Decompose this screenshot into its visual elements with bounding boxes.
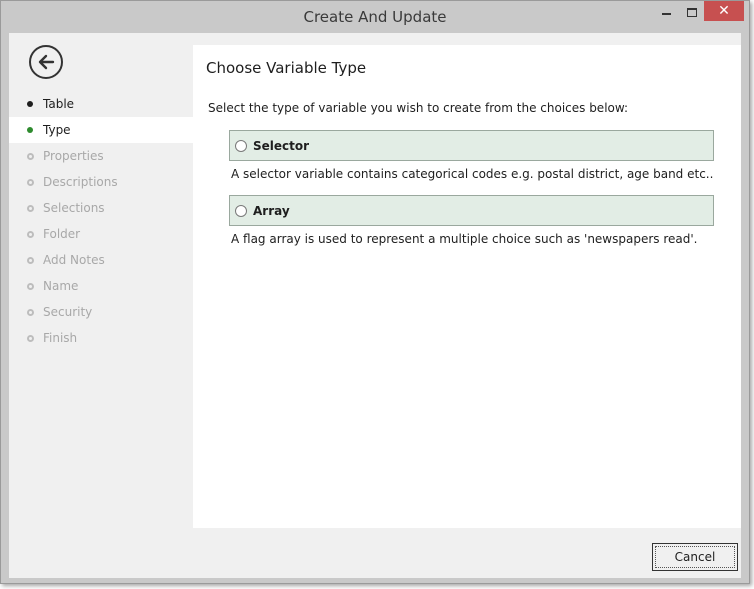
dialog-body: Table Type Properties Descriptions Selec… bbox=[9, 33, 741, 578]
step-pending-ring-icon bbox=[27, 178, 34, 186]
step-table[interactable]: Table bbox=[9, 91, 193, 117]
step-add-notes: Add Notes bbox=[9, 247, 193, 273]
step-name: Name bbox=[9, 273, 193, 299]
cancel-button[interactable]: Cancel bbox=[652, 543, 738, 571]
back-button[interactable] bbox=[29, 45, 63, 79]
step-folder: Folder bbox=[9, 221, 193, 247]
maximize-button[interactable] bbox=[678, 1, 706, 23]
step-pending-ring-icon bbox=[27, 152, 34, 160]
choice-label: Array bbox=[253, 203, 290, 218]
minimize-icon bbox=[661, 13, 671, 15]
step-pending-ring-icon bbox=[27, 204, 34, 212]
step-properties: Properties bbox=[9, 143, 193, 169]
maximize-icon bbox=[687, 7, 697, 17]
array-radio[interactable] bbox=[235, 204, 247, 217]
instruction-text: Select the type of variable you wish to … bbox=[208, 101, 629, 115]
focus-rectangle bbox=[655, 546, 735, 568]
choice-description: A flag array is used to represent a mult… bbox=[231, 232, 698, 246]
step-label: Type bbox=[43, 123, 71, 137]
step-selections: Selections bbox=[9, 195, 193, 221]
close-button[interactable]: ✕ bbox=[704, 1, 744, 21]
window-title: Create And Update bbox=[303, 8, 447, 26]
step-descriptions: Descriptions bbox=[9, 169, 193, 195]
step-label: Table bbox=[43, 97, 75, 111]
step-pending-ring-icon bbox=[27, 334, 34, 342]
wizard-steps: Table Type Properties Descriptions Selec… bbox=[9, 91, 193, 351]
step-pending-ring-icon bbox=[27, 308, 34, 316]
step-label: Properties bbox=[43, 149, 104, 163]
minimize-button[interactable] bbox=[652, 1, 680, 23]
title-bar[interactable]: Create And Update ✕ bbox=[1, 1, 749, 33]
selector-radio[interactable] bbox=[235, 139, 247, 152]
choice-label: Selector bbox=[253, 138, 310, 153]
step-type[interactable]: Type bbox=[9, 117, 193, 143]
wizard-sidebar: Table Type Properties Descriptions Selec… bbox=[9, 33, 193, 528]
page-title: Choose Variable Type bbox=[206, 59, 367, 77]
step-label: Security bbox=[43, 305, 93, 319]
step-label: Name bbox=[43, 279, 79, 293]
step-label: Add Notes bbox=[43, 253, 105, 267]
choice-array[interactable]: Array bbox=[229, 195, 714, 226]
choice-selector[interactable]: Selector bbox=[229, 130, 714, 161]
step-pending-ring-icon bbox=[27, 256, 34, 264]
back-arrow-icon bbox=[38, 54, 55, 70]
step-pending-ring-icon bbox=[27, 230, 34, 238]
step-pending-ring-icon bbox=[27, 282, 34, 290]
wizard-content: Choose Variable Type Select the type of … bbox=[193, 45, 741, 528]
step-current-dot-icon bbox=[27, 127, 33, 133]
step-finish: Finish bbox=[9, 325, 193, 351]
step-label: Selections bbox=[43, 201, 105, 215]
step-label: Finish bbox=[43, 331, 78, 345]
close-icon: ✕ bbox=[718, 3, 730, 19]
step-done-dot-icon bbox=[27, 101, 33, 107]
step-security: Security bbox=[9, 299, 193, 325]
choice-description: A selector variable contains categorical… bbox=[231, 167, 714, 181]
dialog-window: Create And Update ✕ Table Type Propertie… bbox=[0, 0, 750, 584]
step-label: Folder bbox=[43, 227, 81, 241]
step-label: Descriptions bbox=[43, 175, 118, 189]
